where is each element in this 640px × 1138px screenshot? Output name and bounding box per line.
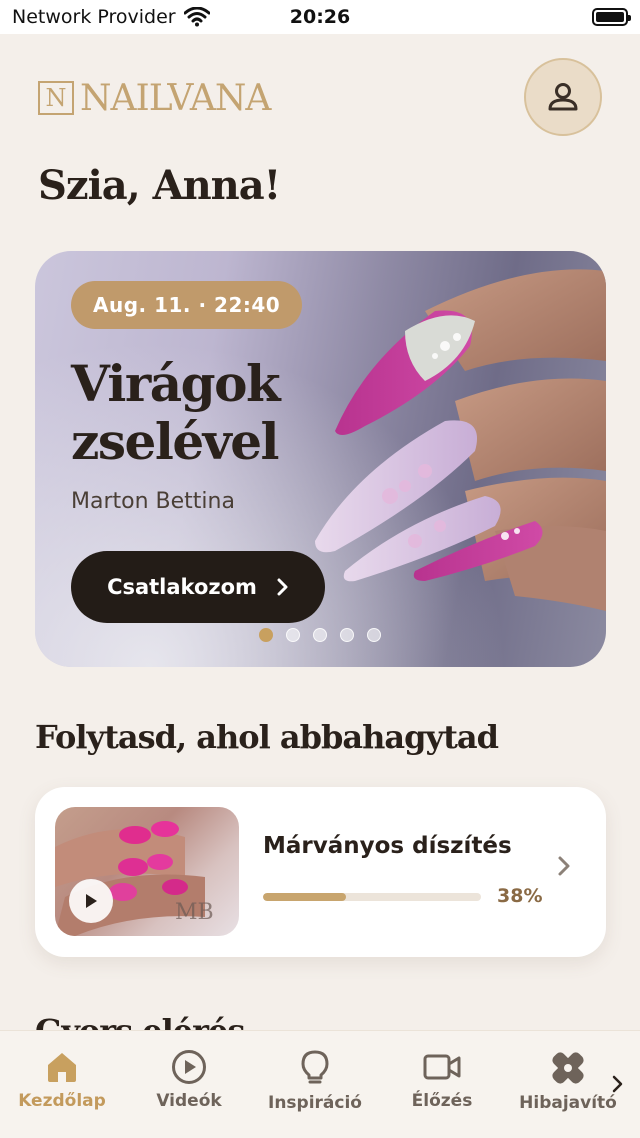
- app-logo: N NAILVANA: [38, 77, 271, 119]
- carousel-dot[interactable]: [259, 628, 273, 642]
- battery-icon: [592, 8, 631, 26]
- join-button[interactable]: Csatlakozom: [71, 551, 325, 623]
- continue-card[interactable]: MB Márványos díszítés 38%: [35, 787, 606, 957]
- tab-label: Kezdőlap: [18, 1091, 106, 1111]
- tab-label: Élőzés: [411, 1091, 473, 1111]
- status-bar: Network Provider 20:26: [0, 0, 640, 34]
- carousel-dot[interactable]: [367, 628, 381, 642]
- tab-label: Videók: [156, 1091, 222, 1111]
- progress-fill: [263, 893, 346, 901]
- logo-text: NAILVANA: [80, 77, 271, 119]
- status-left: Network Provider: [12, 6, 210, 28]
- hero-author: Marton Bettina: [71, 489, 235, 514]
- event-date-badge: Aug. 11. · 22:40: [71, 281, 303, 329]
- lightbulb-icon: [301, 1050, 329, 1084]
- chevron-right-icon[interactable]: [612, 1075, 624, 1093]
- bandage-icon: [552, 1052, 584, 1084]
- carousel-pagination: [259, 628, 381, 642]
- video-camera-icon: [423, 1054, 461, 1080]
- chevron-right-icon[interactable]: [557, 855, 571, 877]
- carousel-dot[interactable]: [286, 628, 300, 642]
- profile-button[interactable]: [524, 58, 602, 136]
- lesson-title: Márványos díszítés: [263, 833, 512, 859]
- tab-live[interactable]: Élőzés: [382, 1049, 502, 1111]
- play-circle-icon: [172, 1050, 206, 1084]
- lesson-thumbnail: MB: [55, 807, 239, 936]
- carrier-label: Network Provider: [12, 6, 176, 28]
- hero-carousel[interactable]: Aug. 11. · 22:40 Virágok zselével Marton…: [35, 251, 606, 667]
- person-icon: [548, 83, 578, 111]
- continue-section-title: Folytasd, ahol abbahagytad: [35, 718, 499, 756]
- tab-label: Hibajavító: [519, 1093, 617, 1113]
- play-icon: [86, 894, 97, 908]
- bottom-tab-bar: Kezdőlap Videók Inspiráció Élőzés Hibaja…: [0, 1030, 640, 1138]
- tab-inspiration[interactable]: Inspiráció: [255, 1049, 375, 1113]
- svg-text:MB: MB: [175, 900, 214, 925]
- hero-nails-image: [315, 269, 606, 611]
- hero-title: Virágok zselével: [71, 354, 281, 471]
- tab-label: Inspiráció: [268, 1093, 362, 1113]
- tab-home[interactable]: Kezdőlap: [2, 1049, 122, 1111]
- carousel-dot[interactable]: [313, 628, 327, 642]
- tab-videos[interactable]: Videók: [129, 1049, 249, 1111]
- lesson-progress-bar: [263, 893, 481, 901]
- play-button[interactable]: [69, 879, 113, 923]
- wifi-icon: [183, 7, 210, 27]
- logo-mark: N: [38, 81, 74, 115]
- home-icon: [48, 1053, 76, 1082]
- chevron-right-icon: [277, 578, 288, 596]
- progress-percent: 38%: [497, 885, 543, 907]
- tab-troubleshooting[interactable]: Hibajavító: [508, 1049, 628, 1113]
- join-button-label: Csatlakozom: [107, 575, 257, 599]
- greeting-heading: Szia, Anna!: [38, 162, 281, 209]
- carousel-dot[interactable]: [340, 628, 354, 642]
